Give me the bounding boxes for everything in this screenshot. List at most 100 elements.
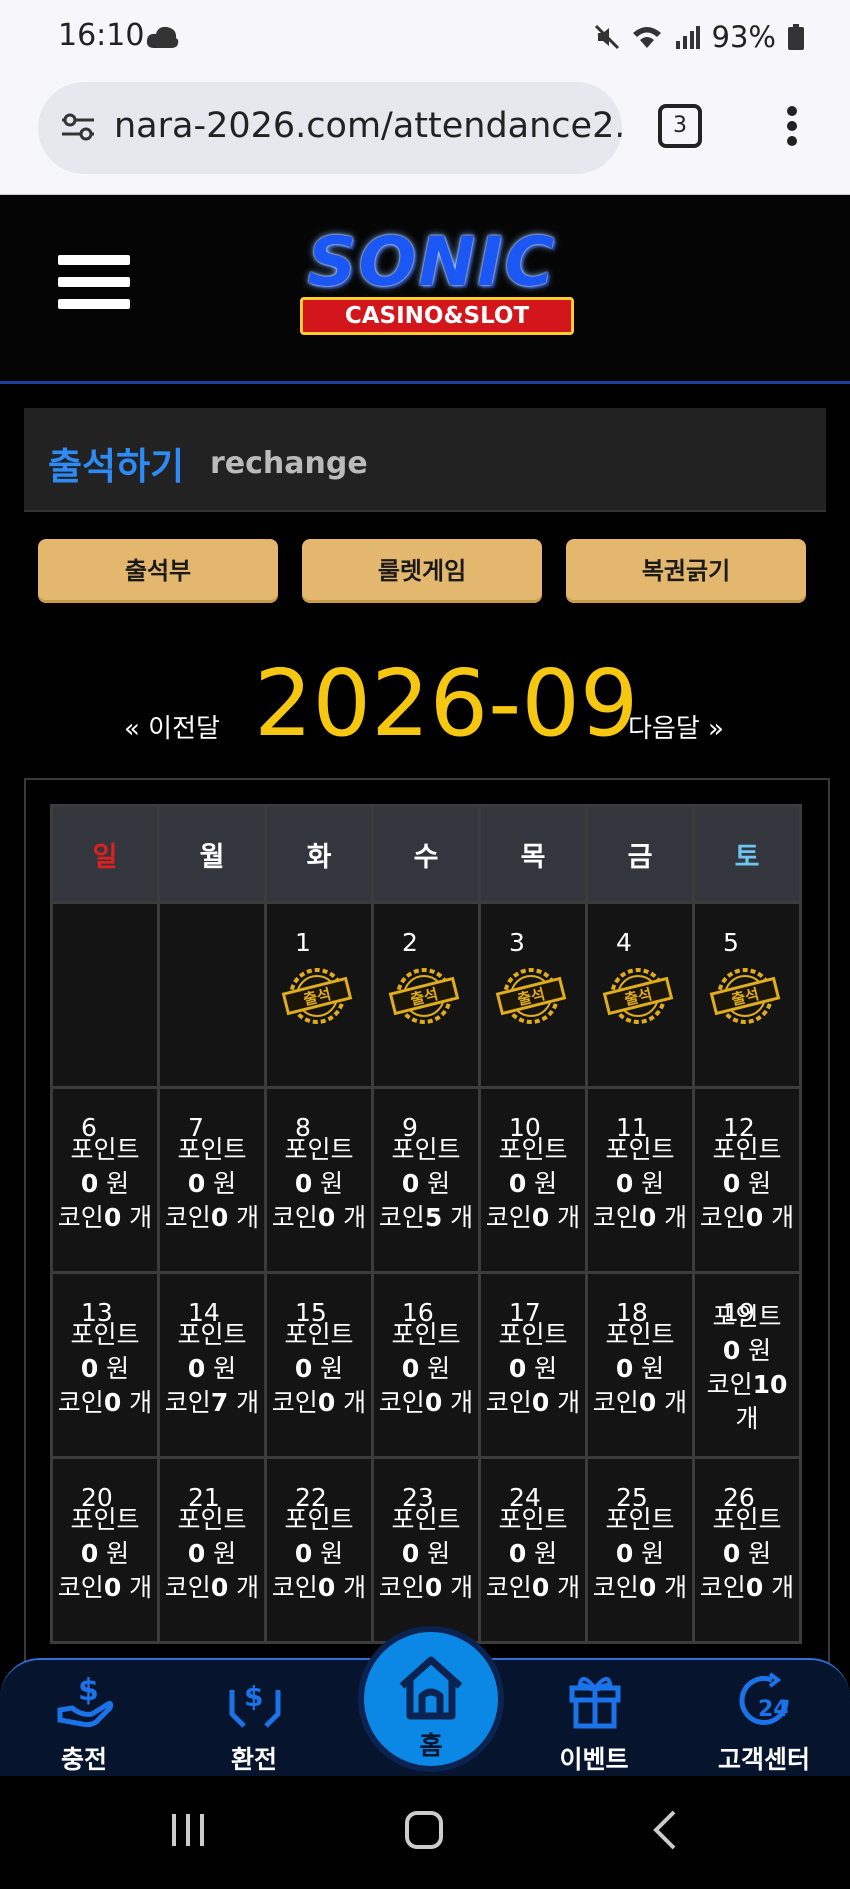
day-cell[interactable]: 1 출석 [264, 901, 374, 1089]
won-unit: 원 [213, 1169, 237, 1198]
day-cell[interactable]: 6 포인트 0 원 코인0 개 [50, 1086, 160, 1274]
won-unit: 원 [641, 1169, 665, 1198]
point-amount-line: 0 원 [588, 1352, 692, 1386]
day-cell[interactable]: 7 포인트 0 원 코인0 개 [157, 1086, 267, 1274]
coin-label: 코인 [485, 1573, 532, 1602]
url-text[interactable]: nara-2026.com/attendance2. [114, 106, 622, 146]
home-circle-icon[interactable] [404, 1810, 444, 1850]
day-cell[interactable]: 21 포인트 0 원 코인0 개 [157, 1456, 267, 1644]
point-label: 포인트 [712, 1135, 782, 1164]
won-unit: 원 [427, 1354, 451, 1383]
coin-line: 코인0 개 [695, 1201, 799, 1235]
point-value: 0 [401, 1539, 420, 1568]
coin-value: 10 [752, 1370, 788, 1399]
day-cell[interactable]: 3 출석 [478, 901, 588, 1089]
logo-main: SONIC [307, 223, 557, 302]
kebab-menu-icon[interactable] [784, 106, 800, 146]
point-label: 포인트 [605, 1505, 675, 1534]
point-value: 0 [508, 1354, 527, 1383]
coin-line: 코인0 개 [267, 1571, 371, 1605]
day-cell[interactable]: 20 포인트 0 원 코인0 개 [50, 1456, 160, 1644]
point-label: 포인트 [284, 1505, 354, 1534]
day-cell[interactable]: 23 포인트 0 원 코인0 개 [371, 1456, 481, 1644]
won-unit: 원 [534, 1354, 558, 1383]
tabs-icon[interactable]: 3 [658, 104, 702, 148]
coin-value: 0 [103, 1573, 122, 1602]
next-month-link[interactable]: 다음달 » [628, 708, 724, 745]
cloud-icon [146, 26, 179, 48]
day-cell[interactable]: 22 포인트 0 원 코인0 개 [264, 1456, 374, 1644]
point-label: 포인트 [70, 1135, 140, 1164]
attendance-button[interactable]: 출석부 [38, 539, 278, 603]
day-cell[interactable]: 8 포인트 0 원 코인0 개 [264, 1086, 374, 1274]
day-cell[interactable]: 4 출석 [585, 901, 695, 1089]
day-cell[interactable]: 17 포인트 0 원 코인0 개 [478, 1271, 588, 1459]
won-unit: 원 [106, 1169, 130, 1198]
day-cell[interactable]: 11 포인트 0 원 코인0 개 [585, 1086, 695, 1274]
day-cell[interactable]: 18 포인트 0 원 코인0 개 [585, 1271, 695, 1459]
nav-home[interactable]: 홈 [358, 1626, 504, 1772]
site-logo[interactable]: SONIC CASINO&SLOT [262, 215, 610, 345]
lottery-button[interactable]: 복권긁기 [566, 539, 806, 603]
won-unit: 원 [320, 1539, 344, 1568]
status-time: 16:10 [58, 18, 145, 53]
day-cell[interactable]: 26 포인트 0 원 코인0 개 [692, 1456, 802, 1644]
coin-line: 코인0 개 [374, 1571, 478, 1605]
day-reward-info: 포인트 0 원 코인0 개 [481, 1133, 585, 1235]
recents-icon[interactable] [168, 1810, 208, 1850]
day-reward-info: 포인트 0 원 코인0 개 [267, 1318, 371, 1420]
calendar-container: 일 월 화 수 목 금 토 1 출석 2 출석 3 출석 4 출석 5 출석 6 포인트 0 원 코인0… [24, 778, 830, 1680]
day-cell[interactable]: 19 포인트 0 원 코인10 개 [692, 1271, 802, 1459]
day-cell[interactable]: 24 포인트 0 원 코인0 개 [478, 1456, 588, 1644]
coin-label: 코인 [57, 1388, 104, 1417]
coin-label: 코인 [485, 1203, 532, 1232]
address-bar[interactable]: nara-2026.com/attendance2. [38, 82, 622, 174]
day-reward-info: 포인트 0 원 코인0 개 [588, 1318, 692, 1420]
stamp-icon: 출석 [281, 968, 353, 1024]
tune-icon[interactable] [60, 112, 96, 142]
coin-unit: 개 [343, 1573, 367, 1602]
nav-charge[interactable]: $ 충전 [14, 1660, 154, 1778]
day-reward-info: 포인트 0 원 코인0 개 [481, 1503, 585, 1605]
coin-unit: 개 [664, 1203, 688, 1232]
day-cell[interactable]: 13 포인트 0 원 코인0 개 [50, 1271, 160, 1459]
calendar-table: 일 월 화 수 목 금 토 1 출석 2 출석 3 출석 4 출석 5 출석 6 포인트 0 원 코인0… [50, 804, 802, 1644]
nav-support[interactable]: 24 고객센터 [694, 1660, 834, 1778]
day-cell[interactable]: 5 출석 [692, 901, 802, 1089]
exchange-icon: $ [229, 1680, 281, 1728]
page-subtitle: rechange [210, 446, 368, 481]
hamburger-icon[interactable] [58, 255, 130, 321]
roulette-button[interactable]: 룰렛게임 [302, 539, 542, 603]
coin-label: 코인 [485, 1388, 532, 1417]
back-icon[interactable] [650, 1808, 678, 1852]
nav-exchange[interactable]: $ 환전 [184, 1660, 324, 1778]
prev-month-link[interactable]: « 이전달 [124, 708, 220, 745]
point-amount-line: 0 원 [267, 1167, 371, 1201]
day-number: 5 [723, 928, 739, 957]
weekday-tue: 화 [264, 804, 374, 904]
day-cell[interactable]: 15 포인트 0 원 코인0 개 [264, 1271, 374, 1459]
gift-icon [569, 1676, 621, 1729]
day-cell[interactable]: 2 출석 [371, 901, 481, 1089]
coin-value: 0 [317, 1203, 336, 1232]
day-cell[interactable]: 25 포인트 0 원 코인0 개 [585, 1456, 695, 1644]
coin-unit: 개 [557, 1573, 581, 1602]
day-cell[interactable]: 9 포인트 0 원 코인5 개 [371, 1086, 481, 1274]
day-cell[interactable]: 16 포인트 0 원 코인0 개 [371, 1271, 481, 1459]
day-cell[interactable]: 14 포인트 0 원 코인7 개 [157, 1271, 267, 1459]
point-amount-line: 0 원 [53, 1167, 157, 1201]
point-value: 0 [187, 1539, 206, 1568]
coin-label: 코인 [57, 1573, 104, 1602]
day-cell[interactable]: 12 포인트 0 원 코인0 개 [692, 1086, 802, 1274]
coin-unit: 개 [236, 1388, 260, 1417]
svg-text:$: $ [78, 1673, 99, 1708]
coin-label: 코인 [699, 1203, 746, 1232]
won-unit: 원 [213, 1539, 237, 1568]
coin-line: 코인0 개 [53, 1571, 157, 1605]
coin-line: 코인0 개 [588, 1571, 692, 1605]
day-cell[interactable]: 10 포인트 0 원 코인0 개 [478, 1086, 588, 1274]
coin-value: 0 [531, 1203, 550, 1232]
nav-event[interactable]: 이벤트 [524, 1660, 664, 1778]
signal-icon [675, 26, 700, 49]
coin-line: 코인0 개 [481, 1386, 585, 1420]
